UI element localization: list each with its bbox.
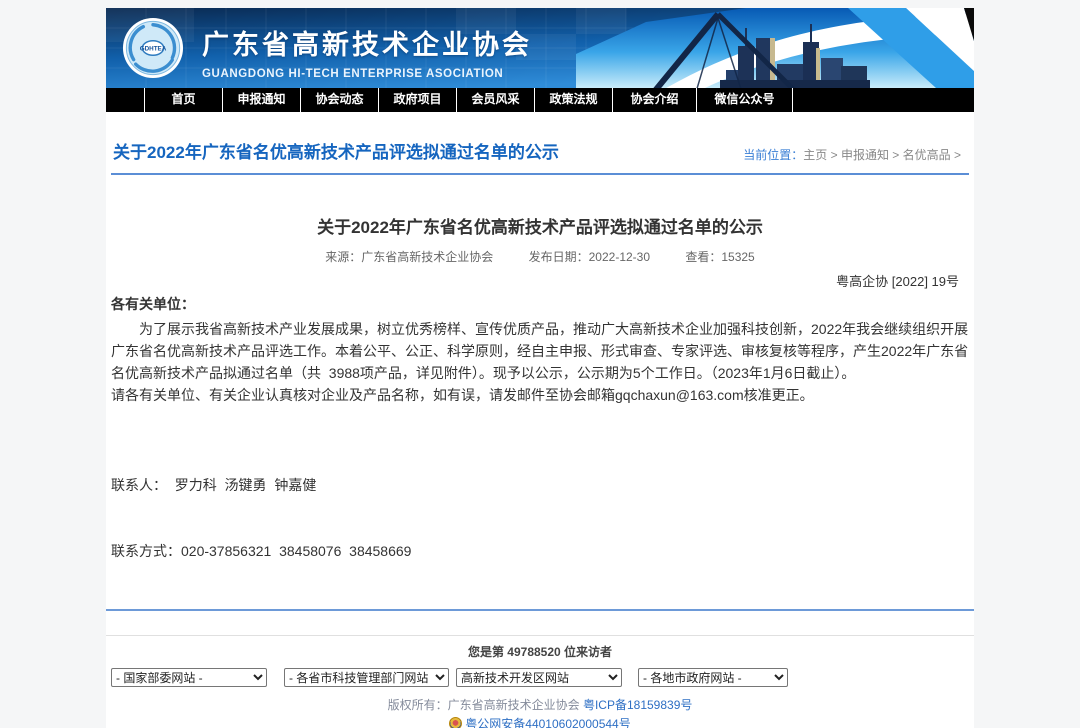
police-registration-link[interactable]: 粤公网安备44010602000544号 — [465, 715, 630, 728]
nav-item-association-news[interactable]: 协会动态 — [300, 88, 378, 112]
nav-item-policies[interactable]: 政策法规 — [534, 88, 612, 112]
attachment-label: 附件： — [111, 606, 969, 611]
article-source: 来源：广东省高新技术企业协会 — [325, 250, 493, 264]
links-select-national-ministries[interactable]: - 国家部委网站 - — [111, 668, 267, 687]
nav-item-about[interactable]: 协会介绍 — [612, 88, 696, 112]
association-logo-emblem: GDHTEA — [122, 17, 184, 79]
breadcrumb-path[interactable]: 主页 > 申报通知 > 名优高品 > — [803, 148, 961, 162]
article-views: 查看：15325 — [685, 250, 754, 264]
friend-links-row: - 国家部委网站 - - 各省市科技管理部门网站 - 高新技术开发区网站 - 各… — [106, 668, 974, 687]
site-footer: 您是第 49788520 位来访者 - 国家部委网站 - - 各省市科技管理部门… — [106, 635, 974, 728]
content-area: 关于2022年广东省名优高新技术产品评选拟通过名单的公示 当前位置：主页 > 申… — [106, 112, 974, 611]
footer-divider — [106, 635, 974, 636]
page-container: GDHTEA 广东省高新技术企业协会 GUANGDONG HI-TECH ENT… — [106, 8, 974, 728]
salutation: 各有关单位： — [111, 294, 969, 314]
document-number: 粤高企协 [2022] 19号 — [111, 271, 969, 290]
links-select-city-governments[interactable]: - 各地市政府网站 - — [638, 668, 788, 687]
nav-filler — [792, 88, 974, 112]
nav-spacer — [106, 88, 144, 112]
nav-item-notices[interactable]: 申报通知 — [222, 88, 300, 112]
svg-text:GDHTEA: GDHTEA — [140, 45, 167, 52]
article-title: 关于2022年广东省名优高新技术产品评选拟通过名单的公示 — [111, 213, 969, 238]
association-logo: GDHTEA — [122, 17, 184, 79]
nav-item-member-showcase[interactable]: 会员风采 — [456, 88, 534, 112]
nav-item-wechat[interactable]: 微信公众号 — [696, 88, 792, 112]
copyright-line: 版权所有：广东省高新技术企业协会 粤ICP备18159839号 — [106, 696, 974, 713]
nav-item-government-projects[interactable]: 政府项目 — [378, 88, 456, 112]
copyright-text: 版权所有：广东省高新技术企业协会 — [388, 698, 583, 712]
article-publish-date: 发布日期：2022-12-30 — [529, 250, 650, 264]
contact-block: 联系人： 罗力科 汤键勇 钟嘉健 联系方式：020-37856321 38458… — [111, 430, 969, 611]
visitor-counter: 您是第 49788520 位来访者 — [106, 643, 974, 660]
contact-phone: 联系方式：020-37856321 38458076 38458669 — [111, 540, 969, 562]
links-select-hitech-zones[interactable]: 高新技术开发区网站 — [456, 668, 622, 687]
links-select-provincial-sci-tech[interactable]: - 各省市科技管理部门网站 - — [284, 668, 449, 687]
contact-person: 联系人： 罗力科 汤键勇 钟嘉健 — [111, 474, 969, 496]
article-meta: 来源：广东省高新技术企业协会 发布日期：2022-12-30 查看：15325 — [111, 248, 969, 265]
site-header: GDHTEA 广东省高新技术企业协会 GUANGDONG HI-TECH ENT… — [106, 8, 974, 88]
article-paragraph-2: 请各有关单位、有关企业认真核对企业及产品名称，如有误，请发邮件至协会邮箱gqch… — [111, 384, 969, 406]
org-name-cn: 广东省高新技术企业协会 — [202, 23, 532, 62]
page-title: 关于2022年广东省名优高新技术产品评选拟通过名单的公示 — [113, 138, 559, 163]
icp-license-link[interactable]: 粤ICP备18159839号 — [583, 698, 692, 712]
police-badge-icon — [449, 717, 462, 728]
breadcrumb-label: 当前位置： — [743, 148, 803, 162]
title-row: 关于2022年广东省名优高新技术产品评选拟通过名单的公示 当前位置：主页 > 申… — [111, 138, 969, 163]
title-divider — [111, 173, 969, 175]
org-name-en: GUANGDONG HI-TECH ENTERPRISE ASOCIATION — [202, 68, 532, 80]
header-titles: 广东省高新技术企业协会 GUANGDONG HI-TECH ENTERPRISE… — [202, 23, 532, 80]
nav-item-home[interactable]: 首页 — [144, 88, 222, 112]
main-nav: 首页 申报通知 协会动态 政府项目 会员风采 政策法规 协会介绍 微信公众号 — [106, 88, 974, 112]
police-registration-line: 粤公网安备44010602000544号 — [106, 715, 974, 728]
article-paragraph-1: 为了展示我省高新技术产业发展成果，树立优秀榜样、宣传优质产品，推动广大高新技术企… — [111, 318, 969, 384]
breadcrumb[interactable]: 当前位置：主页 > 申报通知 > 名优高品 > — [743, 146, 961, 163]
